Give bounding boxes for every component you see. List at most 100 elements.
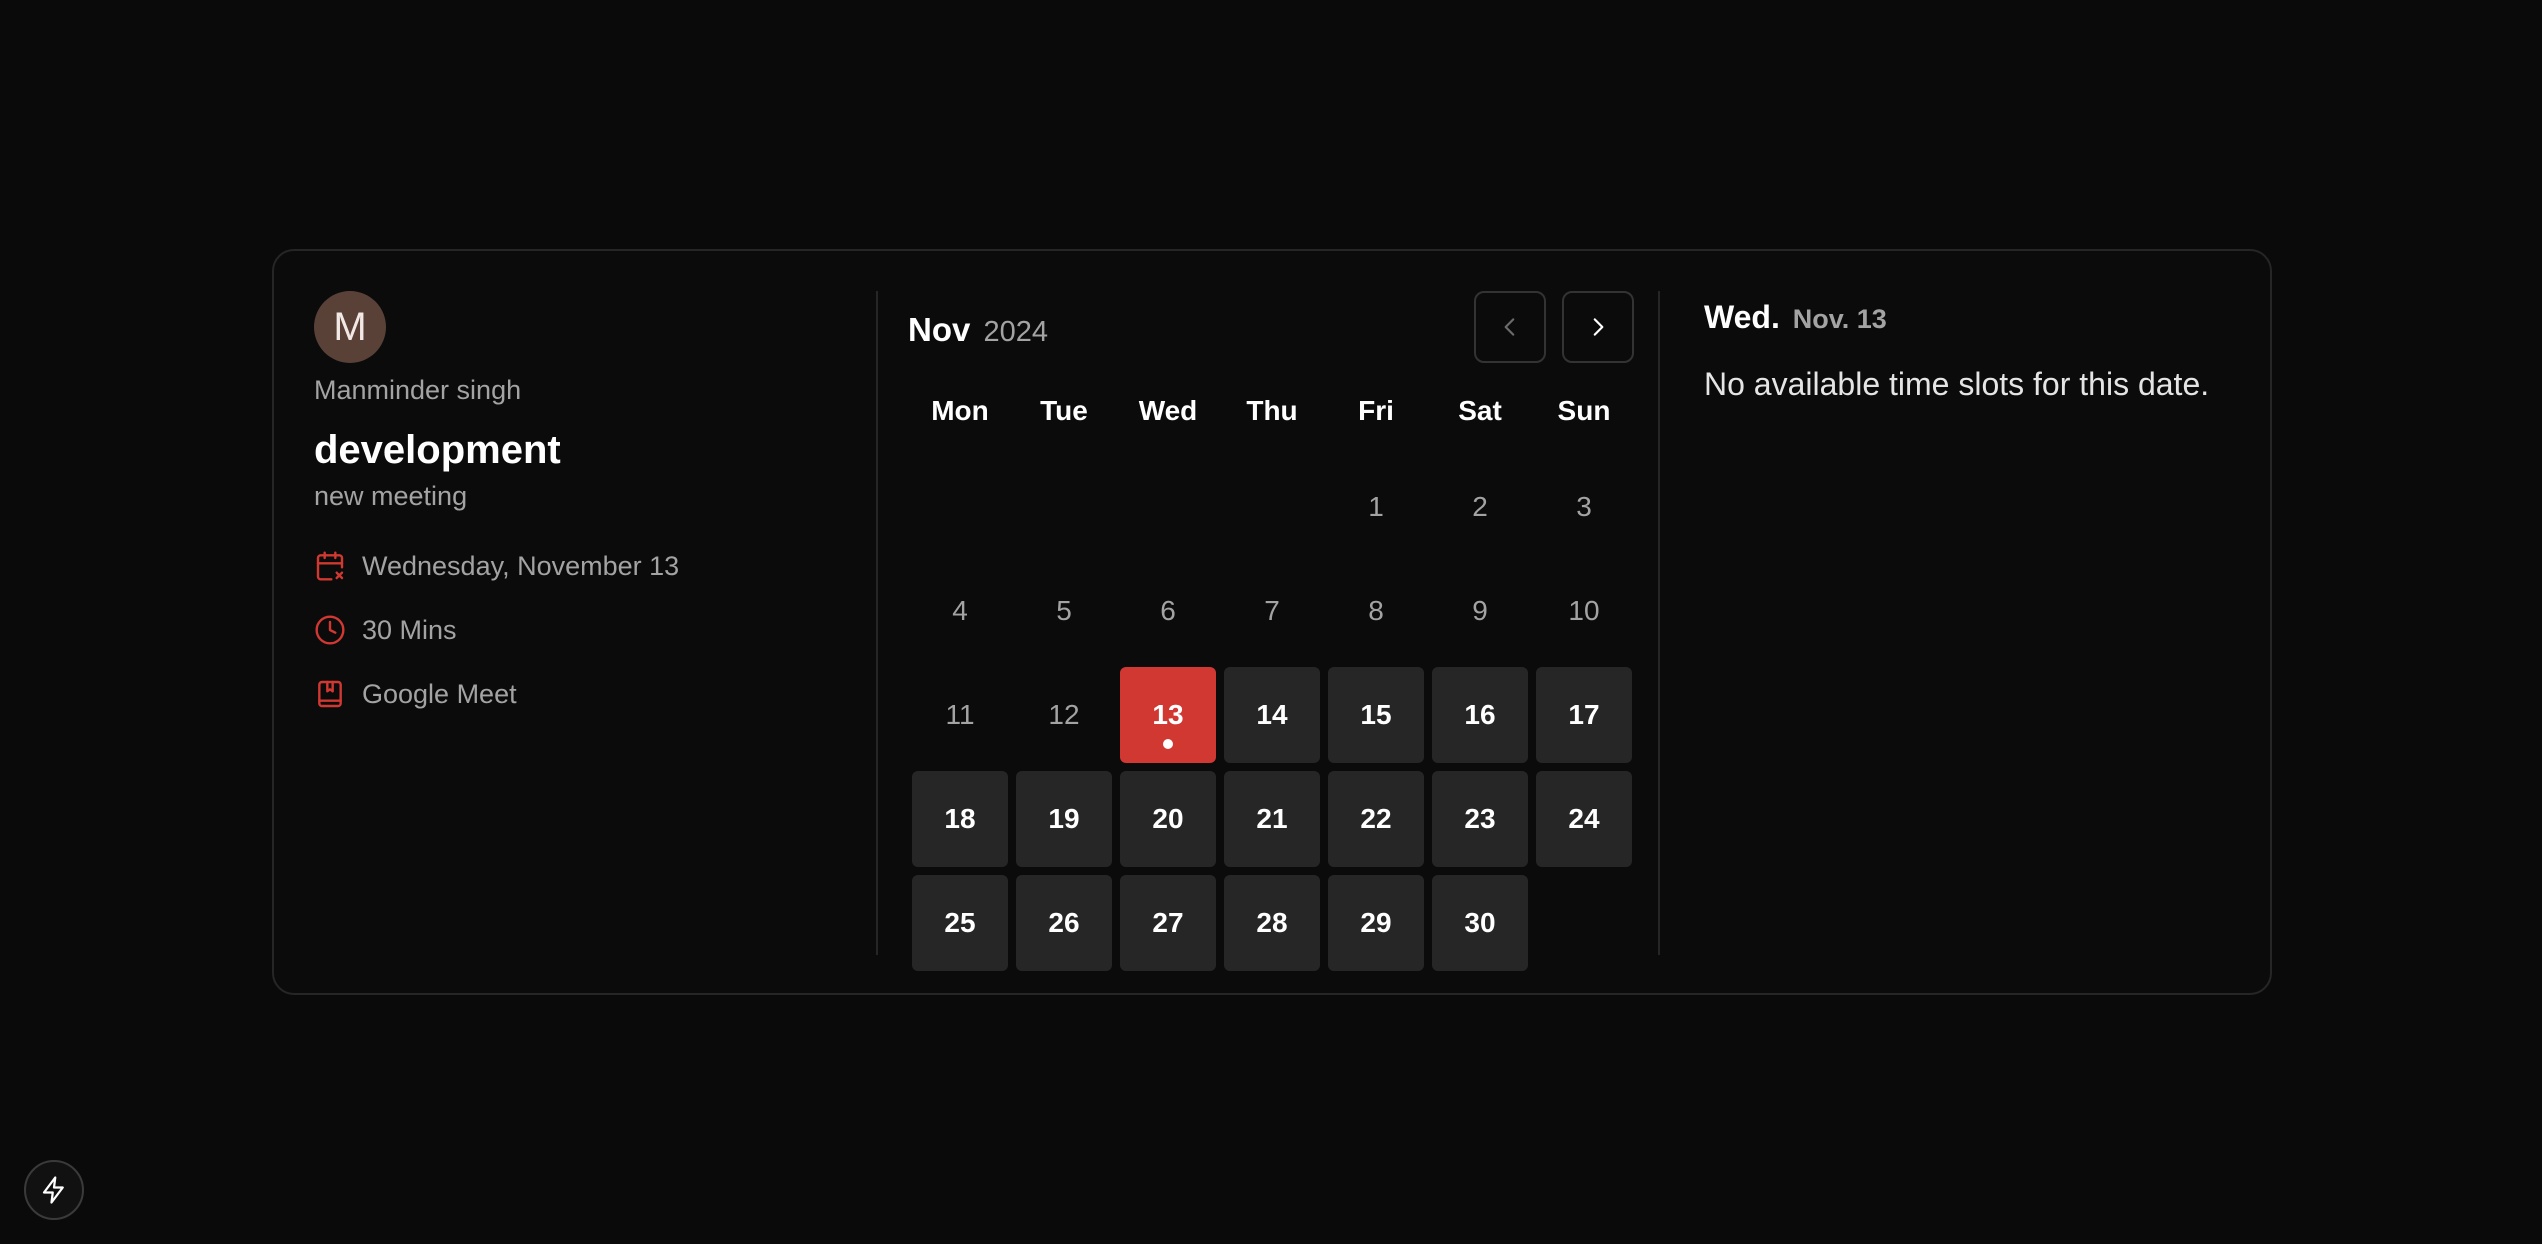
calendar-day-24[interactable]: 24 [1536,771,1632,867]
weekday-label: Fri [1358,395,1394,426]
calendar-day-4: 4 [912,563,1008,659]
weekday-header: Mon Tue Wed Thu Fri Sat Sun [908,395,1638,427]
calendar-day-label: 20 [1152,803,1184,834]
previous-month-button[interactable] [1474,291,1546,363]
avatar: M [314,291,386,363]
divider-left [876,291,878,955]
calendar-day-7: 7 [1224,563,1320,659]
calendar-day-13[interactable]: 13 [1120,667,1216,763]
calendar-day-14[interactable]: 14 [1224,667,1320,763]
calendar-day-30[interactable]: 30 [1432,875,1528,971]
calendar-day-27[interactable]: 27 [1120,875,1216,971]
calendar-day-18[interactable]: 18 [912,771,1008,867]
no-slots-message: No available time slots for this date. [1704,366,2210,402]
calendar-day-21[interactable]: 21 [1224,771,1320,867]
avatar-initial: M [333,304,367,349]
clock-icon [314,614,346,646]
calendar-day-29[interactable]: 29 [1328,875,1424,971]
detail-location-text: Google Meet [362,678,517,709]
calendar-day-label: 3 [1576,491,1592,522]
event-title: development [314,428,561,472]
calendar-day-3: 3 [1536,459,1632,555]
calendar-day-10: 10 [1536,563,1632,659]
calendar-day-20[interactable]: 20 [1120,771,1216,867]
calendar-day-16[interactable]: 16 [1432,667,1528,763]
calendar-day-23[interactable]: 23 [1432,771,1528,867]
weekday-label: Sun [1557,395,1611,426]
calendar-day-1: 1 [1328,459,1424,555]
chevron-right-icon [1585,314,1611,340]
calendar-day-15[interactable]: 15 [1328,667,1424,763]
calendar-blank-cell [1224,459,1320,555]
calendar-day-label: 1 [1368,491,1384,522]
host-name: Manminder singh [314,375,522,405]
weekday-label: Tue [1040,395,1088,426]
calendar-day-9: 9 [1432,563,1528,659]
calendar-day-label: 18 [944,803,976,834]
calendar-day-label: 27 [1152,907,1184,938]
weekday-label: Mon [931,395,989,426]
calendar-day-19[interactable]: 19 [1016,771,1112,867]
weekday-label: Sat [1458,395,1502,426]
calendar-day-label: 2 [1472,491,1488,522]
chevron-left-icon [1497,314,1523,340]
event-info-panel: M Manminder singh development new meetin… [314,291,834,738]
calendar-day-8: 8 [1328,563,1424,659]
selected-date-heading: Wed. Nov. 13 [1704,299,2244,336]
calendar-day-25[interactable]: 25 [912,875,1008,971]
calendar-day-label: 13 [1152,699,1184,730]
calendar-day-26[interactable]: 26 [1016,875,1112,971]
calendar-day-label: 5 [1056,595,1072,626]
dev-tools-button[interactable] [24,1160,84,1220]
calendar-day-28[interactable]: 28 [1224,875,1320,971]
calendar-day-label: 30 [1464,907,1496,938]
detail-duration-text: 30 Mins [362,614,457,645]
video-meeting-icon [314,678,346,710]
calendar-day-label: 22 [1360,803,1392,834]
event-description: new meeting [314,481,468,511]
detail-date: Wednesday, November 13 [314,546,834,586]
calendar-blank-cell [1120,459,1216,555]
time-slots-panel: Wed. Nov. 13 No available time slots for… [1704,291,2244,403]
lightning-bolt-icon [39,1175,69,1205]
month-label: Nov [908,311,971,348]
calendar-day-label: 8 [1368,595,1384,626]
calendar-day-label: 6 [1160,595,1176,626]
calendar-day-label: 25 [944,907,976,938]
calendar-day-22[interactable]: 22 [1328,771,1424,867]
calendar-day-label: 12 [1048,699,1080,730]
calendar-day-label: 15 [1360,699,1392,730]
calendar-day-label: 14 [1256,699,1288,730]
calendar-blank-cell [1016,459,1112,555]
calendar-day-label: 17 [1568,699,1600,730]
calendar-day-label: 26 [1048,907,1080,938]
selected-day: Wed. [1704,299,1780,335]
today-indicator-dot [1163,739,1173,749]
calendar-day-11: 11 [912,667,1008,763]
divider-right [1658,291,1660,955]
calendar-day-label: 21 [1256,803,1288,834]
year-label: 2024 [983,316,1049,348]
calendar-header: Nov 2024 [908,291,1638,363]
calendar-day-label: 7 [1264,595,1280,626]
detail-location: Google Meet [314,674,834,714]
calendar-day-label: 11 [945,699,975,730]
next-month-button[interactable] [1562,291,1634,363]
calendar-day-label: 10 [1568,595,1600,626]
calendar-day-label: 28 [1256,907,1288,938]
calendar-day-17[interactable]: 17 [1536,667,1632,763]
calendar-day-label: 16 [1464,699,1496,730]
calendar: Nov 2024 Mon Tue Wed Thu Fri Sat Sun 1 2… [908,291,1638,971]
calendar-day-12: 12 [1016,667,1112,763]
calendar-day-label: 24 [1568,803,1600,834]
days-grid: 1 2 3 4 5 6 7 8 9 10 11 12 13 14 15 16 17 18 19 20 21 22 23 24 2… [912,459,1632,971]
month-year-label: Nov 2024 [908,311,1048,349]
event-details: Wednesday, November 13 30 Mins Google Me… [314,546,834,714]
booking-card: M Manminder singh development new meetin… [272,249,2272,995]
calendar-day-label: 4 [952,595,968,626]
calendar-day-label: 19 [1048,803,1080,834]
detail-duration: 30 Mins [314,610,834,650]
calendar-day-5: 5 [1016,563,1112,659]
calendar-blank-cell [912,459,1008,555]
weekday-label: Wed [1138,395,1198,426]
